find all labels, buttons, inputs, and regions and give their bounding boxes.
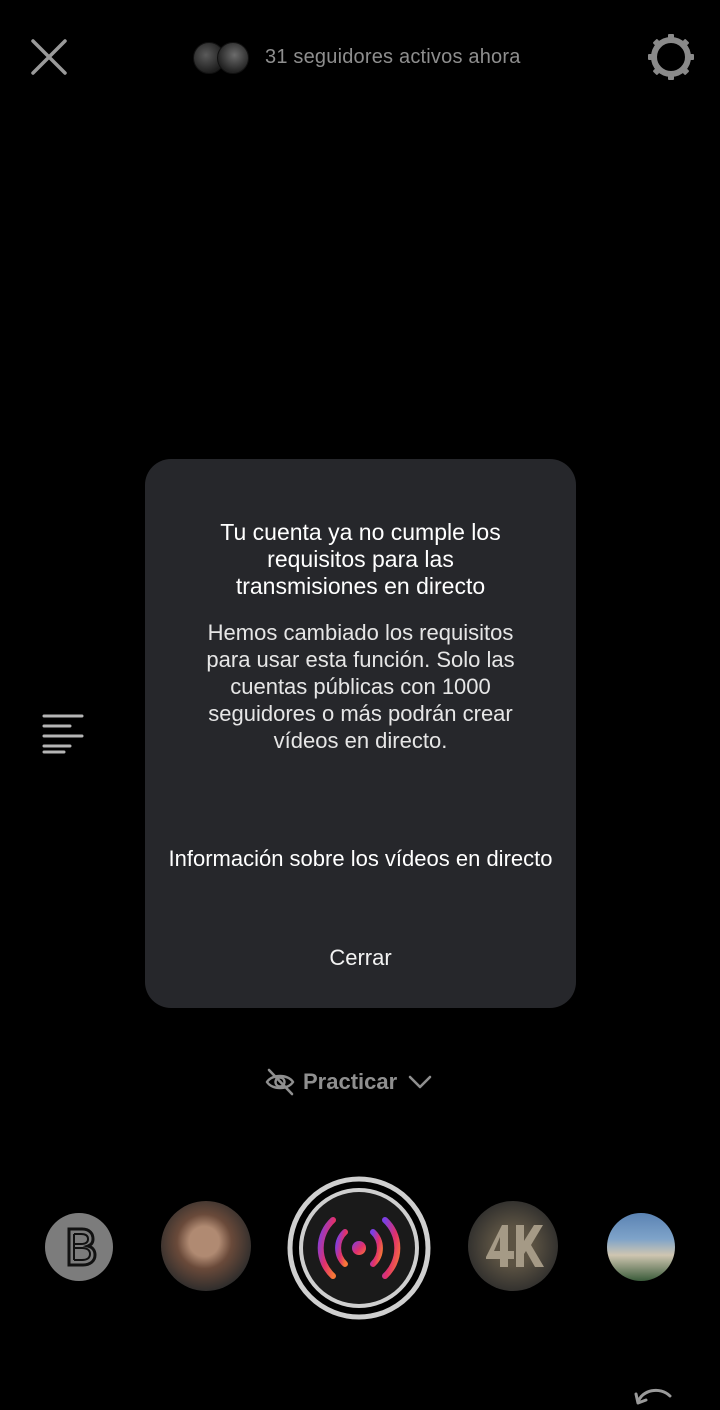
menu-lines-icon — [42, 714, 84, 754]
effect-4k[interactable] — [468, 1201, 558, 1291]
effect-beach[interactable] — [607, 1213, 675, 1281]
viewer-avatars — [193, 42, 249, 74]
chevron-down-icon — [408, 1075, 432, 1089]
close-icon — [31, 39, 67, 75]
practice-label: Practicar — [303, 1069, 398, 1094]
letter-b-icon — [67, 1227, 97, 1267]
active-viewers: 31 seguidores activos ahora — [193, 38, 521, 76]
gear-icon — [648, 34, 694, 80]
undo-arrow-icon — [634, 1388, 672, 1405]
effect-portrait[interactable] — [161, 1201, 251, 1291]
eye-off-icon — [265, 1068, 295, 1096]
close-dialog-button[interactable]: Cerrar — [145, 945, 576, 971]
4k-badge-icon — [486, 1225, 544, 1267]
comments-menu-button[interactable] — [40, 712, 88, 756]
flip-camera-button[interactable] — [632, 1380, 674, 1405]
practice-mode-selector[interactable]: Practicar — [265, 1064, 433, 1100]
active-viewers-label: 31 seguidores activos ahora — [265, 45, 521, 68]
effect-b[interactable] — [45, 1213, 113, 1281]
go-live-button[interactable] — [287, 1176, 431, 1320]
settings-button[interactable] — [644, 30, 698, 84]
live-info-link[interactable]: Información sobre los vídeos en directo — [145, 846, 576, 872]
requirements-dialog: Tu cuenta ya no cumple los requisitos pa… — [145, 459, 576, 1008]
dialog-title: Tu cuenta ya no cumple los requisitos pa… — [220, 519, 501, 599]
dialog-message: Hemos cambiado los requisitos para usar … — [206, 620, 515, 753]
live-broadcast-icon — [287, 1176, 431, 1320]
close-button[interactable] — [28, 36, 70, 78]
avatar — [217, 42, 249, 74]
